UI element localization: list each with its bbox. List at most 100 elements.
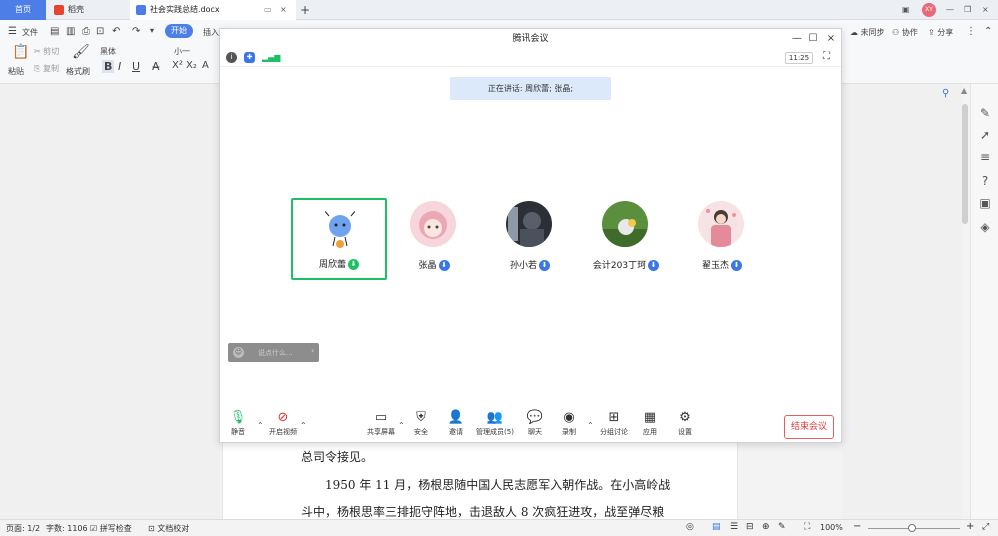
video-button[interactable]: ⊘ 开启视频 (262, 409, 304, 437)
export-icon[interactable]: ▥ (66, 26, 75, 37)
zoom-level[interactable]: 100% (820, 523, 843, 532)
video-options-icon[interactable]: ⌃ (300, 421, 307, 430)
end-meeting-button[interactable]: 结束会议 (784, 415, 834, 439)
user-avatar[interactable]: XY (922, 3, 936, 17)
close-app-icon[interactable]: × (982, 0, 996, 20)
paste-button[interactable]: 粘贴 (8, 66, 24, 77)
format-painter-button[interactable]: 格式刷 (66, 66, 90, 77)
collaborate-button[interactable]: ⚇ 协作 (892, 27, 918, 38)
more-options-icon[interactable]: ⋮ (966, 26, 976, 37)
underline-button[interactable]: U (132, 60, 140, 73)
document-page[interactable]: 总司令接见。 1950 年 11 月，杨根思随中国人民志愿军入朝作战。在小高岭战… (222, 442, 738, 519)
chat-collapse-icon[interactable]: ‹ (311, 346, 314, 355)
pin-icon[interactable]: ◈ (978, 220, 992, 234)
collab-label: 协作 (901, 28, 918, 37)
write-view-icon[interactable]: ✎ (778, 522, 786, 532)
eye-protection-icon[interactable]: ◎ (686, 522, 694, 532)
tab-close-icon[interactable]: × (280, 0, 287, 20)
outline-view-icon[interactable]: ☰ (730, 522, 738, 532)
scrollbar-thumb[interactable] (962, 104, 968, 224)
fit-page-icon[interactable]: ⛶ (804, 522, 810, 532)
word-count[interactable]: 字数: 1106 (46, 523, 88, 534)
meeting-minimize-icon[interactable]: — (790, 32, 804, 46)
invite-button[interactable]: 👤 邀请 (435, 409, 477, 437)
settings-button[interactable]: ⚙ 设置 (664, 409, 706, 437)
participant-tile[interactable]: 会计203丁珂 ⬇ (578, 201, 674, 281)
subscript-icon[interactable]: X₂ (186, 60, 197, 71)
cut-label: 剪切 (43, 47, 60, 56)
format-painter-icon[interactable]: 🖌 (72, 44, 90, 60)
font-size-select[interactable]: 小一 (174, 46, 190, 57)
spell-check-button[interactable]: ☑ 拼写检查 (90, 523, 132, 534)
web-view-icon[interactable]: ⊕ (762, 522, 770, 532)
manage-members-button[interactable]: 👥 管理成员(5) (474, 409, 516, 437)
superscript-icon[interactable]: X² (172, 60, 183, 71)
tab-document[interactable]: 社会实践总结.docx ▭ × (130, 0, 296, 20)
mute-button[interactable]: 🎙 静音 (218, 409, 258, 437)
participant-tile[interactable]: 孙小若 ⬇ (482, 201, 578, 281)
proofread-button[interactable]: ⊡ 文档校对 (148, 523, 189, 534)
image-settings-icon[interactable]: ▣ (978, 196, 992, 210)
meeting-maximize-icon[interactable]: ☐ (806, 32, 820, 46)
restore-icon[interactable]: ❐ (964, 0, 978, 20)
emoji-icon[interactable]: ☺ (233, 347, 244, 358)
signal-icon[interactable]: ▂▄▆ (262, 53, 280, 62)
tab-draft[interactable]: 稻壳 (48, 0, 128, 20)
cut-button[interactable]: ✂ 剪切 (34, 46, 59, 57)
minimize-icon[interactable]: — (946, 0, 960, 20)
print-icon[interactable]: ⎙ (82, 26, 90, 37)
paste-icon[interactable]: 📋 (12, 44, 29, 60)
zoom-in-icon[interactable]: + (966, 521, 974, 532)
bold-button[interactable]: B (102, 60, 115, 73)
location-pin-icon[interactable]: ⚲ (942, 88, 949, 99)
strikethrough-icon[interactable]: A̶ (152, 60, 160, 73)
shield-icon[interactable]: ✚ (244, 52, 255, 63)
right-tool-panel: ✎ ➚ ≡ ? ▣ ◈ ▲ (961, 84, 998, 519)
save-icon[interactable]: ▤ (50, 26, 59, 37)
tab-home[interactable]: 首页 (0, 0, 46, 20)
tab-insert[interactable]: 插入 (203, 27, 219, 38)
zoom-slider-handle[interactable] (908, 524, 916, 532)
participant-tile[interactable]: 周欣蕾 ⬇ (291, 198, 387, 280)
participant-tile[interactable]: 翟玉杰 ⬇ (674, 201, 770, 281)
redo-icon[interactable]: ↷ (132, 26, 140, 37)
tab-start[interactable]: 开始 (165, 24, 193, 38)
record-button[interactable]: ◉ 录制 (548, 409, 590, 437)
spell-check-label: 拼写检查 (99, 524, 132, 533)
fullscreen-toggle-icon[interactable]: ⤢ (982, 522, 989, 532)
page-view-icon[interactable]: ▤ (712, 522, 721, 532)
more-dropdown-icon[interactable]: ▾ (150, 26, 154, 35)
font-family-select[interactable]: 黑体 (100, 46, 116, 57)
menu-icon[interactable]: ☰ (8, 26, 17, 37)
meeting-close-icon[interactable]: × (824, 32, 838, 46)
document-margin-left (0, 84, 220, 519)
italic-button[interactable]: I (118, 60, 121, 73)
share-button[interactable]: ⇪ 分享 (928, 27, 953, 38)
participant-name-text: 孙小若 (509, 261, 537, 271)
share-label: 分享 (937, 28, 954, 37)
sync-status[interactable]: ☁ 未同步 (850, 27, 885, 38)
tab-monitor-icon[interactable]: ▭ (264, 0, 272, 20)
chat-input[interactable]: ☺ 说点什么... ‹ (228, 343, 319, 362)
chat-placeholder: 说点什么... (258, 349, 293, 357)
participant-tile[interactable]: 张晶 ⬇ (386, 201, 482, 281)
font-color-icon[interactable]: A (202, 60, 209, 71)
scroll-up-icon[interactable]: ▲ (961, 84, 967, 98)
sliders-icon[interactable]: ≡ (978, 150, 992, 164)
collapse-ribbon-icon[interactable]: ⌃ (984, 26, 992, 37)
file-menu[interactable]: 文件 (22, 27, 38, 38)
undo-icon[interactable]: ↶ (112, 26, 120, 37)
help-icon[interactable]: ? (978, 174, 992, 188)
status-bar: 页面: 1/2 字数: 1106 ☑ 拼写检查 ⊡ 文档校对 ◎ ▤ ☰ ⊟ ⊕… (0, 519, 998, 536)
new-tab-button[interactable]: + (300, 0, 312, 20)
info-icon[interactable]: i (226, 52, 237, 63)
zoom-out-icon[interactable]: − (853, 521, 861, 532)
copy-button[interactable]: ⎘ 复制 (34, 63, 59, 74)
preview-icon[interactable]: ⊡ (96, 26, 104, 37)
share-screen-button[interactable]: ▭ 共享屏幕 (360, 409, 402, 437)
pen-icon[interactable]: ✎ (978, 106, 992, 120)
layout-icon[interactable]: ▣ (902, 0, 916, 20)
reading-view-icon[interactable]: ⊟ (746, 522, 754, 532)
fullscreen-icon[interactable]: ⛶ (823, 51, 830, 62)
cursor-icon[interactable]: ➚ (978, 128, 992, 142)
